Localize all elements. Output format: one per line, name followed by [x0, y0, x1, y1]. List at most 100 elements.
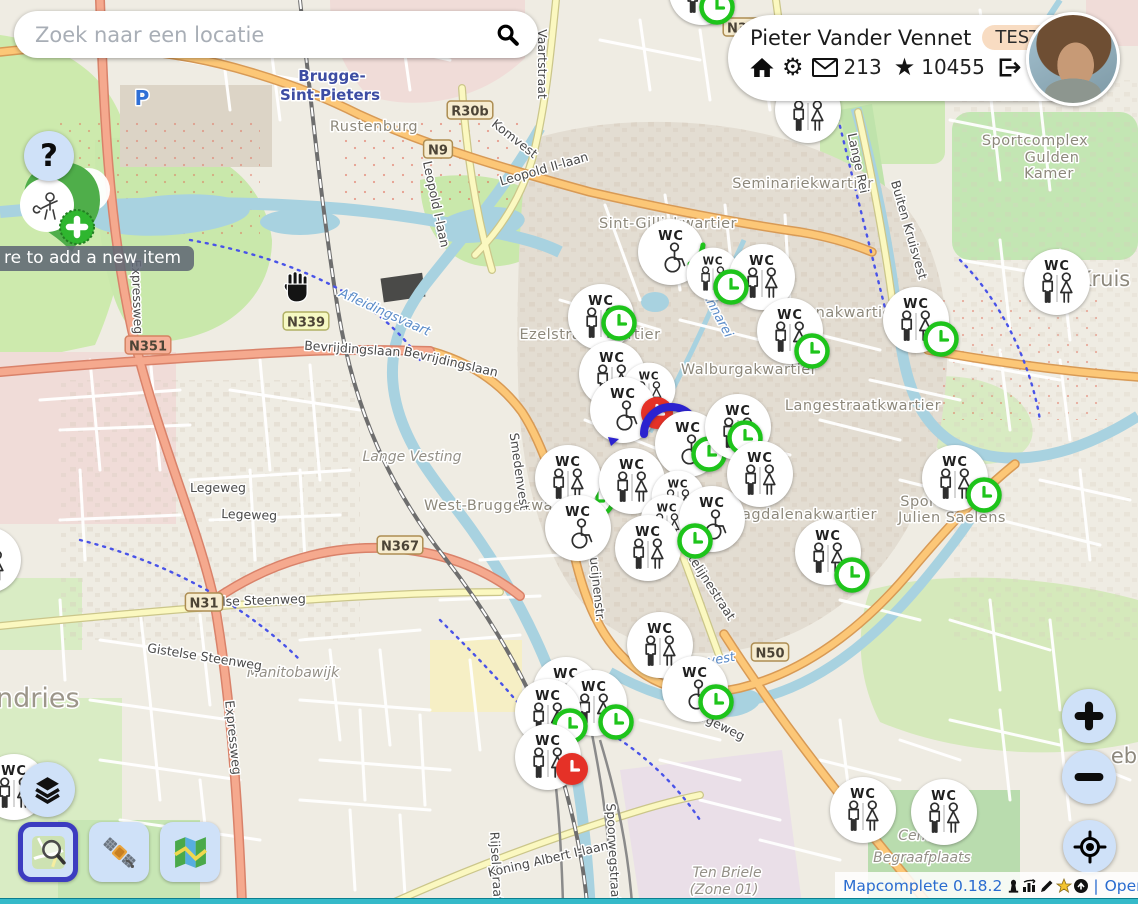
search-input[interactable] [33, 22, 490, 48]
background-option-satellite[interactable] [89, 822, 149, 882]
street-label: Legeweg [190, 480, 246, 495]
map-marker-toilet[interactable]: WC [830, 777, 896, 843]
place-label: Kamer [1024, 166, 1074, 182]
svg-text:WC: WC [635, 525, 661, 540]
svg-text:WC: WC [942, 455, 968, 470]
svg-text:WC: WC [658, 229, 684, 244]
map-marker-toilet[interactable]: WC [615, 515, 681, 581]
search-icon[interactable] [490, 17, 526, 53]
svg-text:WC: WC [850, 787, 876, 802]
map-marker-badge-clock-green[interactable] [701, 687, 732, 718]
home-icon[interactable] [750, 57, 774, 78]
svg-text:WC: WC [931, 789, 957, 804]
zoom-out-button[interactable] [1062, 750, 1116, 804]
svg-text:WC: WC [639, 370, 660, 382]
svg-text:WC: WC [565, 505, 591, 520]
map-marker-toilet[interactable]: WC [911, 779, 977, 845]
svg-text:WC: WC [610, 387, 636, 402]
road-shield: N367 [377, 536, 423, 555]
map-marker-badge-clock-red[interactable] [556, 753, 588, 785]
place-label: Langestraatkwartier [785, 398, 941, 414]
svg-text:WC: WC [675, 421, 701, 436]
map-marker-badge-clock-green[interactable] [601, 707, 632, 738]
svg-text:WC: WC [588, 294, 614, 309]
place-label: ndries [0, 683, 80, 714]
openstreetmap-link[interactable]: OpenStreetMap [1105, 877, 1138, 895]
svg-text:WC: WC [647, 622, 673, 637]
crosshair-icon [1073, 830, 1107, 864]
pencil-icon [1039, 878, 1055, 894]
place-label: Rustenburg [330, 119, 418, 135]
avatar[interactable] [1026, 12, 1120, 106]
messages-icon[interactable] [812, 58, 838, 77]
svg-text:WC: WC [777, 308, 803, 323]
svg-text:WC: WC [703, 255, 724, 267]
surveyor-icon [1006, 878, 1021, 894]
map-marker-badge-clock-green[interactable] [604, 308, 635, 339]
svg-text:N367: N367 [381, 540, 419, 555]
map-marker-toilet[interactable]: WC [1024, 249, 1090, 315]
map-marker-toilet[interactable]: WC [727, 441, 793, 507]
place-label: Seminariekwartier [732, 176, 873, 192]
svg-text:WC: WC [747, 451, 773, 466]
message-count: 213 [844, 55, 882, 79]
place-label: Gulden [1025, 150, 1080, 166]
locate-button[interactable] [1063, 820, 1116, 873]
help-button[interactable]: ? [24, 131, 74, 181]
background-option-osm[interactable] [18, 822, 78, 882]
layers-button[interactable] [20, 762, 75, 817]
map-marker-badge-clock-green[interactable] [926, 324, 957, 355]
hand-cursor-icon [281, 271, 314, 304]
folded-map-icon [172, 834, 209, 871]
attribution-bar: Mapcomplete 0.18.2 | OpenStreetMap [835, 872, 1138, 899]
statistics-icon [1022, 878, 1038, 894]
svg-text:WC: WC [0, 537, 1, 552]
map-marker-badge-clock-green[interactable] [969, 480, 1000, 511]
place-label: P [135, 86, 150, 110]
map-marker-badge-clock-green[interactable] [680, 526, 711, 557]
map-marker-badge-clock-green[interactable] [837, 560, 868, 591]
user-name[interactable]: Pieter Vander Vennet [750, 26, 971, 50]
place-label: Begraafplaats [873, 850, 971, 866]
map-marker-badge-clock-green[interactable] [716, 272, 747, 303]
svg-text:WC: WC [1044, 259, 1070, 274]
background-chooser [18, 822, 220, 882]
svg-text:WC: WC [619, 458, 645, 473]
mapcomplete-version-link[interactable]: Mapcomplete 0.18.2 [843, 877, 1002, 895]
svg-text:WC: WC [815, 529, 841, 544]
place-label: Sint-Pieters [280, 86, 380, 104]
place-label: Ten Briele [692, 865, 761, 881]
svg-text:WC: WC [668, 478, 689, 490]
bottom-accent-bar [0, 898, 1138, 904]
map-marker-badge-clock-green[interactable] [702, 0, 733, 23]
map-marker-toilet[interactable]: WC [545, 495, 611, 561]
background-option-map[interactable] [160, 822, 220, 882]
map-canvas[interactable]: Brugge-Sint-PietersRustenburgSint-Gillis… [0, 0, 1138, 904]
zoom-in-button[interactable] [1062, 689, 1116, 743]
svg-text:WC: WC [749, 254, 775, 269]
road-shield: N339 [283, 312, 329, 331]
svg-text:WC: WC [657, 502, 678, 514]
settings-icon[interactable]: ⚙ [782, 55, 804, 79]
add-item-tooltip: re to add a new item [0, 246, 194, 271]
osm-map-icon [30, 834, 67, 871]
place-label: Magdalenakwartier [729, 507, 877, 523]
changeset-count: 10455 [921, 55, 985, 79]
basemap[interactable]: Brugge-Sint-PietersRustenburgSint-Gillis… [0, 0, 1138, 904]
svg-text:WC: WC [725, 404, 751, 419]
logout-icon[interactable] [997, 57, 1022, 78]
search-bar [14, 11, 538, 58]
road-shield: R30b [447, 101, 493, 120]
svg-text:WC: WC [535, 734, 561, 749]
place-label: Brugge- [298, 67, 365, 85]
svg-text:WC: WC [903, 297, 929, 312]
svg-text:WC: WC [699, 496, 725, 511]
place-label: Julien Saelens [897, 510, 1006, 526]
map-marker-badge-clock-green[interactable] [797, 336, 828, 367]
place-label: Lange Vesting [362, 449, 461, 465]
road-shield: N31 [185, 593, 222, 612]
svg-text:WC: WC [581, 680, 607, 695]
street-label: Legeweg [221, 506, 277, 523]
road-shield: N9 [424, 140, 453, 159]
star-icon: ★ [894, 55, 916, 79]
